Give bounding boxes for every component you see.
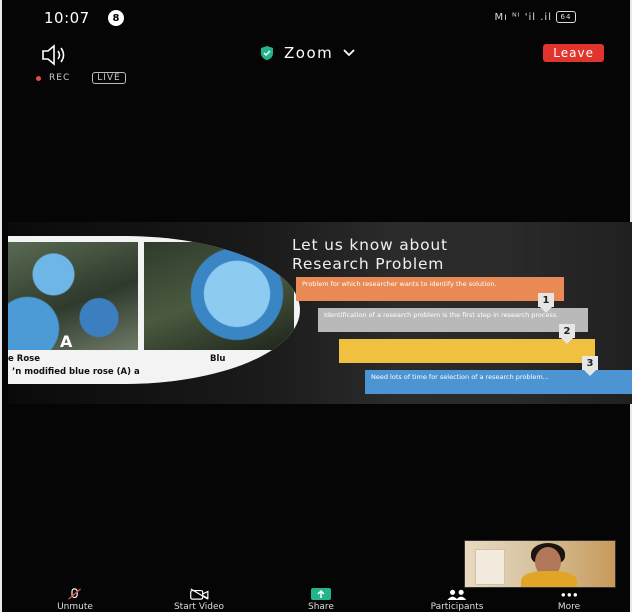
participants-icon [447, 589, 467, 600]
leave-button[interactable]: Leave [543, 44, 604, 62]
rec-dot-icon [36, 75, 41, 81]
unmute-button[interactable]: Unmute [30, 588, 120, 612]
signal-icon: Mı ᴺᴵ 'il .il [494, 11, 552, 23]
status-time: 10:07 [44, 9, 90, 27]
participants-button[interactable]: Participants [412, 588, 502, 612]
meeting-toolbar: Unmute Start Video Share Participants Mo… [0, 588, 632, 612]
step-bar-1: Problem for which researcher wants to id… [296, 277, 564, 301]
more-button[interactable]: More [524, 588, 614, 612]
slide-heading-line2: Research Problem [292, 255, 445, 273]
live-badge: LIVE [92, 72, 126, 84]
step-arrow-2: 2 [559, 324, 575, 344]
phone-edge-left [0, 0, 2, 612]
photo-label-right: Blu [210, 354, 226, 364]
blue-rose-photo-b [144, 242, 294, 350]
blue-rose-photo-a [8, 242, 138, 350]
more-icon [561, 593, 577, 597]
chevron-down-icon [343, 49, 355, 57]
share-label: Share [308, 602, 334, 612]
shield-icon [261, 46, 273, 60]
share-screen-icon [311, 588, 331, 600]
step-bar-3 [339, 339, 595, 363]
system-icons: Mı ᴺᴵ 'il .il 64 [494, 11, 576, 23]
status-bar: 10:07 8 Mı ᴺᴵ 'il .il 64 [0, 0, 632, 34]
more-label: More [557, 602, 581, 612]
battery-icon: 64 [556, 11, 576, 23]
slide-heading: Let us know about Research Problem [292, 236, 448, 274]
share-button[interactable]: Share [276, 588, 366, 612]
participants-label: Participants [430, 602, 484, 612]
photo-letter: A [60, 332, 73, 351]
video-off-icon [189, 588, 209, 600]
photo-label-left: ue Rose [8, 354, 40, 364]
start-video-label: Start Video [173, 602, 225, 612]
shared-screen-slide[interactable]: A ue Rose Blu ’n modified blue rose (A) … [8, 222, 632, 404]
step-arrow-1: 1 [538, 293, 554, 313]
unmute-label: Unmute [57, 602, 93, 612]
participant-video-thumbnail[interactable] [464, 540, 616, 588]
slide-photo-panel: A ue Rose Blu ’n modified blue rose (A) … [8, 236, 300, 384]
photo-caption: ’n modified blue rose (A) a [12, 367, 140, 377]
thumbnail-background [475, 549, 505, 585]
participant-body [521, 571, 577, 587]
step-arrow-3: 3 [582, 356, 598, 376]
recording-indicator: REC LIVE [36, 72, 126, 84]
meeting-top-bar: Zoom Leave [0, 38, 632, 74]
meeting-title-dropdown[interactable]: Zoom [260, 44, 355, 62]
slide-heading-line1: Let us know about [292, 236, 448, 254]
microphone-muted-icon [68, 588, 82, 600]
meeting-title: Zoom [284, 44, 334, 62]
start-video-button[interactable]: Start Video [154, 588, 244, 612]
rec-label: REC [49, 73, 71, 83]
notification-badge: 8 [108, 10, 124, 26]
speaker-icon[interactable] [40, 42, 70, 68]
